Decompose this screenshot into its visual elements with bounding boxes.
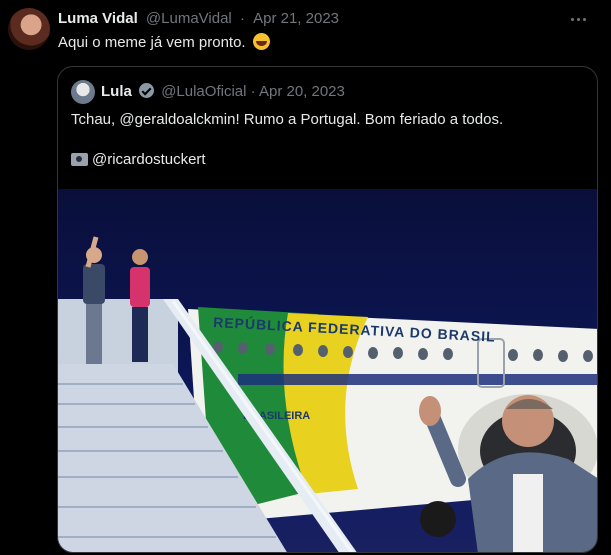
quoted-text: Tchau, @geraldoalckmin! Rumo a Portugal.…	[71, 111, 504, 128]
quoted-avatar[interactable]	[71, 80, 95, 104]
author-handle[interactable]: @LumaVidal	[146, 10, 232, 27]
laughing-emoji-icon	[252, 33, 270, 50]
quoted-author-name[interactable]: Lula	[101, 83, 132, 100]
tweet-text-container: Aqui o meme já vem pronto.	[58, 33, 270, 51]
quoted-tweet[interactable]: Lula @LulaOficial · Apr 20, 2023 Tchau, …	[57, 66, 598, 553]
separator: ·	[250, 83, 256, 100]
landing-gear	[420, 501, 456, 537]
photo-illustration: REPÚBLICA FEDERATIVA DO BRASIL BRASILEIR…	[58, 236, 597, 552]
quoted-header: Lula @LulaOficial · Apr 20, 2023	[101, 83, 345, 100]
verified-icon	[139, 83, 155, 98]
author-name[interactable]: Luma Vidal	[58, 10, 138, 27]
person-man	[83, 264, 105, 304]
quoted-date[interactable]: Apr 20, 2023	[259, 83, 345, 100]
tweet-photo[interactable]: REPÚBLICA FEDERATIVA DO BRASIL BRASILEIR…	[58, 189, 597, 552]
person-woman	[130, 267, 150, 307]
more-icon[interactable]	[571, 12, 591, 26]
tweet-header: Luma Vidal @LumaVidal · Apr 21, 2023	[58, 10, 339, 27]
camera-icon	[71, 153, 88, 166]
tweet-text: Aqui o meme já vem pronto.	[58, 34, 246, 51]
separator: ·	[239, 10, 245, 27]
tweet-date[interactable]: Apr 21, 2023	[253, 10, 339, 27]
plane-blue-line	[238, 374, 597, 385]
photo-credit: @ricardostuckert	[71, 151, 206, 168]
credit-handle[interactable]: @ricardostuckert	[92, 151, 206, 168]
avatar[interactable]	[8, 8, 50, 50]
quoted-handle[interactable]: @LulaOficial	[161, 83, 246, 100]
